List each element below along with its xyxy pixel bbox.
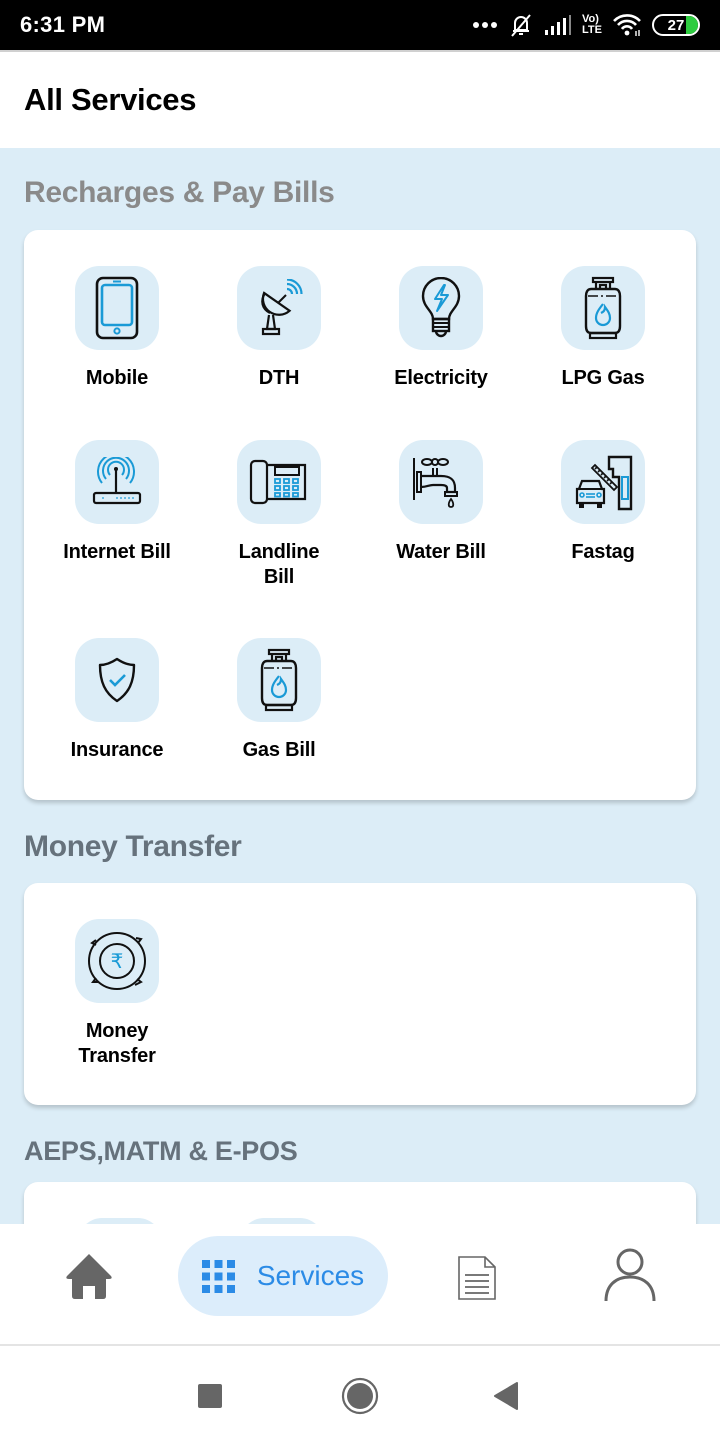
toll-gate-icon [575,455,633,511]
service-label: Fastag [571,541,635,563]
home-icon [66,1254,112,1299]
nav-services[interactable]: Services [178,1236,388,1316]
service-insurance[interactable]: Insurance [36,638,198,763]
service-fastag[interactable]: Fastag [522,440,684,565]
service-internet-bill[interactable]: Internet Bill [36,440,198,565]
water-tap-icon [413,458,458,508]
nav-reports[interactable] [452,1250,502,1306]
status-icons: Vo) LTE 27 [472,12,700,38]
shield-check-icon [98,657,136,703]
status-bar: 6:31 PM Vo) LTE 27 [0,0,720,50]
bulb-icon [421,277,461,338]
aeps-card [24,1182,696,1224]
battery-icon: 27 [652,14,700,36]
page-title: All Services [24,82,197,117]
service-dth[interactable]: DTH [198,266,360,391]
service-icon-box [399,266,483,350]
service-label: Gas Bill [242,739,316,761]
status-time: 6:31 PM [20,12,106,37]
user-icon [604,1248,656,1302]
grid-icon [201,1259,235,1293]
landline-phone-icon [249,459,307,505]
service-label: LPG Gas [561,367,645,389]
wifi-icon [613,14,641,36]
mobile-icon [95,276,139,340]
back-button[interactable] [482,1372,530,1420]
service-label: Mobile [85,367,149,389]
service-icon-box [399,440,483,524]
volte-icon: Vo) LTE [582,13,602,36]
nav-home[interactable] [58,1248,120,1304]
nav-profile[interactable] [602,1244,658,1306]
router-icon [92,457,142,505]
service-water-bill[interactable]: Water Bill [360,440,522,565]
app-header: All Services [0,52,720,148]
service-icon-box [561,440,645,524]
section-title-recharges: Recharges & Pay Bills [24,176,335,209]
service-lpg-gas[interactable]: LPG Gas [522,266,684,391]
service-money-transfer[interactable]: ₹ Money Transfer [36,919,198,1069]
section-title-money-transfer: Money Transfer [24,830,242,863]
service-icon-box [75,266,159,350]
service-label: Water Bill [396,541,486,563]
signal-icon [545,15,572,35]
gas-cylinder-icon [584,276,622,340]
service-icon-box [237,440,321,524]
home-system-button[interactable] [336,1372,384,1420]
recharges-card: Mobile DTH Electricity LPG Gas Internet … [24,230,696,800]
circle-icon [341,1377,379,1415]
money-transfer-card: ₹ Money Transfer [24,883,696,1105]
document-icon [458,1256,496,1300]
service-icon-box [561,266,645,350]
svg-text:₹: ₹ [111,949,124,973]
system-nav-bar [0,1346,720,1440]
satellite-dish-icon [261,279,303,336]
service-icon-box [75,440,159,524]
bottom-nav: Services [0,1224,720,1344]
service-icon-box [237,638,321,722]
service-label: Insurance [70,739,164,761]
service-label: Electricity [394,367,488,389]
recents-button[interactable] [186,1372,234,1420]
rupee-transfer-icon: ₹ [88,932,146,990]
service-mobile[interactable]: Mobile [36,266,198,391]
back-triangle-icon [494,1382,518,1410]
services-content[interactable]: Recharges & Pay Bills Mobile DTH Electri… [0,148,720,1224]
section-title-aeps: AEPS,MATM & E-POS [24,1136,298,1166]
service-label: DTH [258,367,300,389]
service-icon-box [75,638,159,722]
silent-bell-icon [511,14,531,37]
more-dots-icon [473,22,498,28]
service-landline-bill[interactable]: Landline Bill [198,440,360,590]
service-icon-box [237,266,321,350]
service-label: Money Transfer [78,1020,156,1067]
service-label: Landline Bill [238,541,320,588]
service-gas-bill[interactable]: Gas Bill [198,638,360,763]
square-icon [198,1384,222,1408]
service-label: Internet Bill [63,541,171,563]
service-electricity[interactable]: Electricity [360,266,522,391]
service-icon-box: ₹ [75,919,159,1003]
gas-cylinder-icon [260,648,298,712]
nav-services-label: Services [256,1260,365,1291]
